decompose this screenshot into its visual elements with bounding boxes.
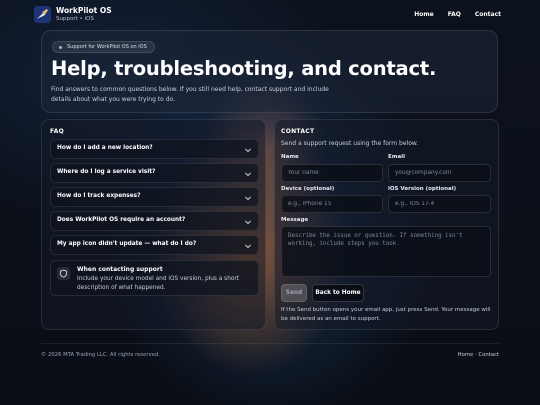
contact-description: Send a support request using the form be… xyxy=(281,140,419,147)
contact-heading: CONTACT xyxy=(281,128,315,135)
faq-item-require-account[interactable]: Does WorkPilot OS require an account? xyxy=(50,211,259,231)
badge-dot-icon xyxy=(59,46,62,49)
page-title: Help, troubleshooting, and contact. xyxy=(51,57,437,80)
support-badge: Support for WorkPilot OS on iOS xyxy=(52,41,155,53)
tip-title: When contacting support xyxy=(77,266,163,273)
header: WorkPilot OS Support • iOS Home FAQ Cont… xyxy=(0,0,540,30)
name-label: Name xyxy=(281,154,299,160)
message-textarea[interactable] xyxy=(281,226,491,277)
tip-text: Include your device model and iOS versio… xyxy=(77,276,240,291)
footer-home-link[interactable]: Home xyxy=(458,352,474,358)
hero-card: Support for WorkPilot OS on iOS Help, tr… xyxy=(41,30,498,113)
chevron-down-icon xyxy=(245,220,251,225)
email-label: Email xyxy=(388,154,405,160)
back-to-home-button[interactable]: Back to Home xyxy=(312,284,364,302)
shield-icon xyxy=(57,267,70,280)
chevron-down-icon xyxy=(245,196,251,201)
footer-copyright: © 2026 MTA Trading LLC. All rights reser… xyxy=(41,352,161,358)
contact-tip-card: When contacting support Include your dev… xyxy=(50,260,259,296)
faq-panel: FAQ How do I add a new location? Where d… xyxy=(41,119,266,330)
contact-panel: CONTACT Send a support request using the… xyxy=(274,119,499,330)
nav-home-link[interactable]: Home xyxy=(414,11,433,18)
brand-subtitle: Support • iOS xyxy=(56,16,94,22)
chevron-down-icon xyxy=(245,172,251,177)
chevron-down-icon xyxy=(245,148,251,153)
brand-name: WorkPilot OS xyxy=(56,6,112,15)
nav-contact-link[interactable]: Contact xyxy=(475,11,501,18)
support-badge-label: Support for WorkPilot OS on iOS xyxy=(67,44,147,50)
app-logo-icon[interactable] xyxy=(34,6,51,23)
faq-item-app-icon[interactable]: My app icon didn't update — what do I do… xyxy=(50,235,259,255)
faq-item-log-visit[interactable]: Where do I log a service visit? xyxy=(50,163,259,183)
faq-question: Where do I log a service visit? xyxy=(57,169,156,175)
faq-question: How do I track expenses? xyxy=(57,193,141,199)
name-input[interactable] xyxy=(281,164,383,182)
faq-heading: FAQ xyxy=(50,128,65,135)
footer-separator: · xyxy=(475,352,477,358)
footer-divider xyxy=(41,343,499,344)
hero-description: Find answers to common questions below. … xyxy=(51,86,329,103)
device-label: Device (optional) xyxy=(281,186,335,192)
email-input[interactable] xyxy=(388,164,491,182)
faq-item-add-location[interactable]: How do I add a new location? xyxy=(50,139,259,159)
faq-question: How do I add a new location? xyxy=(57,145,153,151)
faq-question: Does WorkPilot OS require an account? xyxy=(57,217,186,223)
ios-version-input[interactable] xyxy=(388,195,491,213)
faq-item-track-expenses[interactable]: How do I track expenses? xyxy=(50,187,259,207)
faq-question: My app icon didn't update — what do I do… xyxy=(57,241,197,247)
message-label: Message xyxy=(281,217,309,223)
ios-version-label: iOS Version (optional) xyxy=(388,186,457,192)
page: WorkPilot OS Support • iOS Home FAQ Cont… xyxy=(0,0,540,358)
footer-contact-link[interactable]: Contact xyxy=(478,352,499,358)
nav-faq-link[interactable]: FAQ xyxy=(448,11,461,18)
chevron-down-icon xyxy=(245,244,251,249)
footer-links: Home · Contact xyxy=(458,352,499,358)
send-button[interactable]: Send xyxy=(281,284,307,302)
top-nav: Home FAQ Contact xyxy=(414,11,501,18)
device-input[interactable] xyxy=(281,195,383,213)
contact-note: If the Send button opens your email app,… xyxy=(281,307,491,322)
